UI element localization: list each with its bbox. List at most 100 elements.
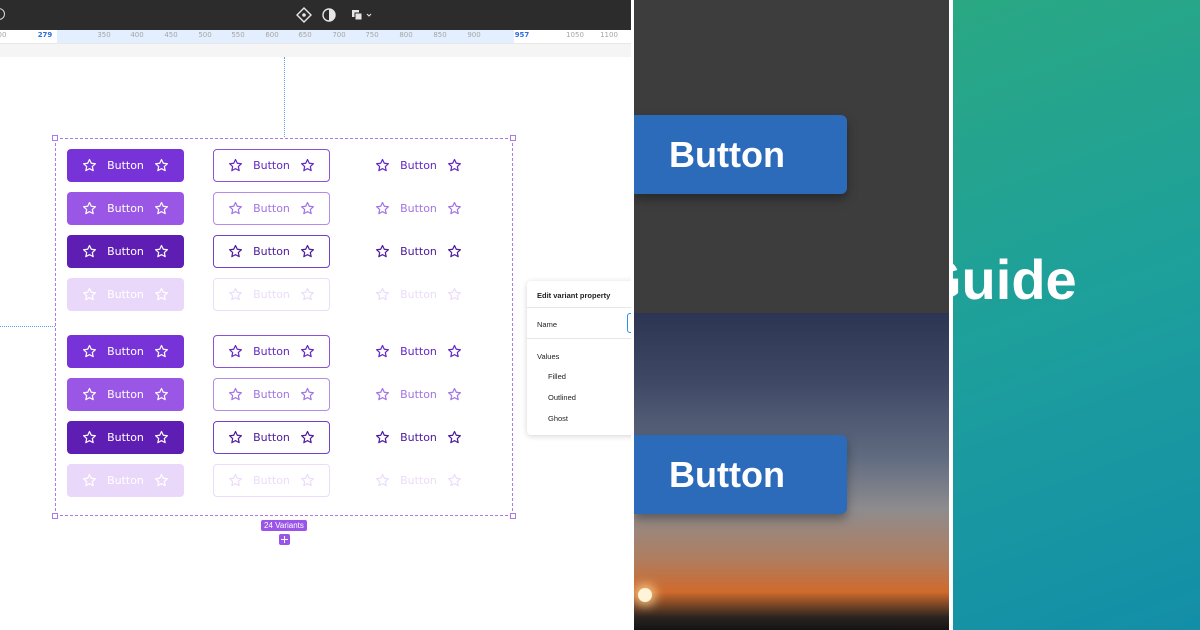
variant-button-ghost[interactable]: Button	[360, 192, 477, 225]
star-icon	[376, 201, 390, 215]
star-icon	[229, 387, 243, 401]
ruler-tick: 550	[231, 31, 245, 39]
variant-button-filled[interactable]: Button	[67, 335, 184, 368]
value-item-ghost[interactable]: Ghost	[548, 414, 568, 423]
star-icon	[83, 287, 97, 301]
component-icon[interactable]	[295, 6, 313, 24]
star-icon	[229, 201, 243, 215]
resize-handle-top-left[interactable]	[52, 135, 58, 141]
toolbar	[0, 0, 631, 30]
ruler-tick: 500	[198, 31, 212, 39]
contrast-icon[interactable]	[320, 6, 338, 24]
button-label: Button	[253, 345, 290, 358]
ruler-tick: 957	[514, 31, 530, 39]
horizontal-guide	[0, 326, 55, 327]
variant-button-outlined[interactable]: Button	[213, 278, 330, 311]
button-label: Button	[253, 159, 290, 172]
star-icon	[154, 244, 168, 258]
dark-background-section: Button	[634, 0, 949, 313]
variant-button-ghost[interactable]: Button	[360, 149, 477, 182]
variant-button-ghost[interactable]: Button	[360, 235, 477, 268]
ruler-tick: 400	[130, 31, 144, 39]
variant-button-filled[interactable]: Button	[67, 149, 184, 182]
star-icon	[154, 430, 168, 444]
star-icon	[376, 244, 390, 258]
name-input[interactable]	[627, 313, 631, 333]
variant-button-outlined[interactable]: Button	[213, 421, 330, 454]
value-item-filled[interactable]: Filled	[548, 372, 566, 381]
button-label: Button	[253, 388, 290, 401]
button-label: Button	[400, 245, 437, 258]
horizontal-ruler: 00 279 350 400 450 500 550 600 650 700 750 800 850 90…	[0, 30, 631, 44]
variant-button-outlined[interactable]: Button	[213, 464, 330, 497]
toolbar-edge-icon[interactable]	[0, 8, 5, 20]
star-icon	[83, 430, 97, 444]
variant-button-outlined[interactable]: Button	[213, 235, 330, 268]
star-icon	[447, 287, 461, 301]
variant-button-outlined[interactable]: Button	[213, 149, 330, 182]
button-label: Button	[107, 474, 144, 487]
showcase-button-sunset[interactable]: Button	[634, 435, 847, 514]
variant-button-filled[interactable]: Button	[67, 421, 184, 454]
showcase-button-dark[interactable]: Button	[634, 115, 847, 194]
ruler-strip	[0, 44, 631, 57]
variant-button-filled[interactable]: Button	[67, 378, 184, 411]
star-icon	[376, 287, 390, 301]
ruler-tick: 750	[365, 31, 379, 39]
panel-divider	[527, 307, 631, 308]
star-icon	[300, 287, 314, 301]
variant-button-filled[interactable]: Button	[67, 464, 184, 497]
resize-handle-bottom-right[interactable]	[510, 513, 516, 519]
resize-handle-top-right[interactable]	[510, 135, 516, 141]
variant-button-ghost[interactable]: Button	[360, 335, 477, 368]
star-icon	[447, 430, 461, 444]
variant-button-outlined[interactable]: Button	[213, 192, 330, 225]
hero-panel: Guide	[953, 0, 1200, 630]
star-icon	[376, 344, 390, 358]
variant-button-ghost[interactable]: Button	[360, 378, 477, 411]
add-variant-button[interactable]	[279, 534, 290, 545]
button-label: Button	[253, 288, 290, 301]
star-icon	[229, 473, 243, 487]
values-label: Values	[537, 352, 560, 361]
star-icon	[154, 387, 168, 401]
variant-button-filled[interactable]: Button	[67, 192, 184, 225]
star-icon	[229, 344, 243, 358]
vertical-guide	[284, 57, 285, 137]
variant-button-ghost[interactable]: Button	[360, 464, 477, 497]
star-icon	[447, 158, 461, 172]
variant-button-filled[interactable]: Button	[67, 235, 184, 268]
ruler-tick: 1100	[600, 31, 618, 39]
button-label: Button	[400, 474, 437, 487]
star-icon	[447, 201, 461, 215]
star-icon	[300, 344, 314, 358]
panel-divider	[527, 338, 631, 339]
value-item-outlined[interactable]: Outlined	[548, 393, 576, 402]
button-label: Button	[400, 202, 437, 215]
star-icon	[376, 473, 390, 487]
button-showcase: Button Button	[634, 0, 949, 630]
name-label: Name	[537, 320, 558, 329]
ruler-tick: 600	[265, 31, 279, 39]
sun-image	[638, 588, 652, 602]
ruler-tick: 279	[37, 31, 53, 39]
ruler-tick: 900	[467, 31, 481, 39]
button-label: Button	[400, 159, 437, 172]
variant-button-outlined[interactable]: Button	[213, 378, 330, 411]
variant-button-filled[interactable]: Button	[67, 278, 184, 311]
ruler-tick: 350	[97, 31, 111, 39]
button-label: Button	[253, 474, 290, 487]
boolean-ops-icon[interactable]	[349, 6, 375, 24]
variant-button-ghost[interactable]: Button	[360, 278, 477, 311]
star-icon	[154, 344, 168, 358]
design-editor: 00 279 350 400 450 500 550 600 650 700 750 800 850 90…	[0, 0, 631, 630]
resize-handle-bottom-left[interactable]	[52, 513, 58, 519]
star-icon	[300, 158, 314, 172]
ruler-tick: 00	[0, 31, 7, 39]
variant-button-ghost[interactable]: Button	[360, 421, 477, 454]
star-icon	[376, 430, 390, 444]
button-label: Button	[107, 345, 144, 358]
star-icon	[447, 387, 461, 401]
variant-button-outlined[interactable]: Button	[213, 335, 330, 368]
ruler-tick: 850	[433, 31, 447, 39]
